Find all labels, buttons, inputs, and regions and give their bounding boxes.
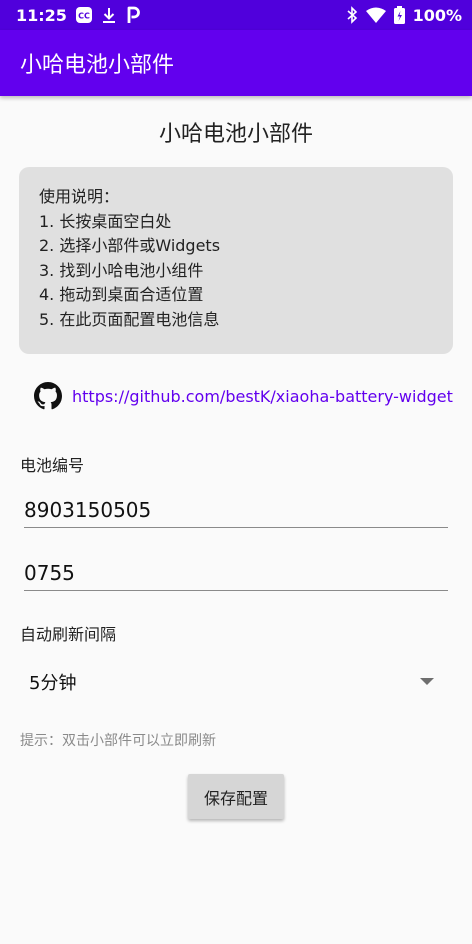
status-bar-right: 100% — [346, 6, 462, 25]
instruction-step: 3. 找到小哈电池小组件 — [39, 260, 204, 280]
status-bar-left: 11:25 CC — [16, 6, 141, 25]
refresh-interval-value: 5分钟 — [29, 673, 77, 694]
instruction-step: 5. 在此页面配置电池信息 — [39, 309, 220, 329]
save-config-button[interactable]: 保存配置 — [188, 774, 284, 819]
instruction-step: 4. 拖动到桌面合适位置 — [39, 285, 204, 304]
refresh-interval-dropdown[interactable]: 5分钟 — [20, 664, 448, 700]
p-app-icon — [125, 6, 141, 24]
status-time: 11:25 — [16, 5, 67, 25]
battery-icon — [393, 6, 405, 24]
battery-number-input[interactable] — [24, 492, 448, 528]
github-link[interactable]: https://github.com/bestK/xiaoha-battery-… — [72, 387, 453, 406]
instructions-card: 使用说明： 1. 长按桌面空白处 2. 选择小部件或Widgets 3. 找到小… — [19, 167, 453, 354]
bluetooth-icon — [346, 6, 358, 24]
status-bar: 11:25 CC 100% — [0, 0, 472, 30]
page-title: 小哈电池小部件 — [158, 122, 313, 147]
battery-number-label: 电池编号 — [20, 456, 85, 475]
wifi-icon — [365, 7, 386, 23]
area-code-input[interactable] — [24, 555, 448, 591]
instruction-step: 1. 长按桌面空白处 — [39, 211, 172, 231]
refresh-interval-label: 自动刷新间隔 — [20, 625, 117, 644]
battery-percent: 100% — [412, 5, 462, 25]
svg-text:CC: CC — [78, 12, 90, 21]
app-bar-title: 小哈电池小部件 — [20, 53, 175, 78]
github-row: https://github.com/bestK/xiaoha-battery-… — [34, 381, 453, 411]
refresh-hint: 提示：双击小部件可以立即刷新 — [20, 733, 216, 749]
instructions-heading: 使用说明： — [39, 187, 120, 206]
instruction-step: 2. 选择小部件或Widgets — [39, 236, 221, 255]
github-icon — [34, 382, 62, 410]
app-bar: 小哈电池小部件 — [0, 30, 472, 96]
dropdown-arrow-icon — [420, 678, 434, 686]
captions-icon: CC — [75, 6, 93, 24]
download-icon — [101, 6, 117, 24]
